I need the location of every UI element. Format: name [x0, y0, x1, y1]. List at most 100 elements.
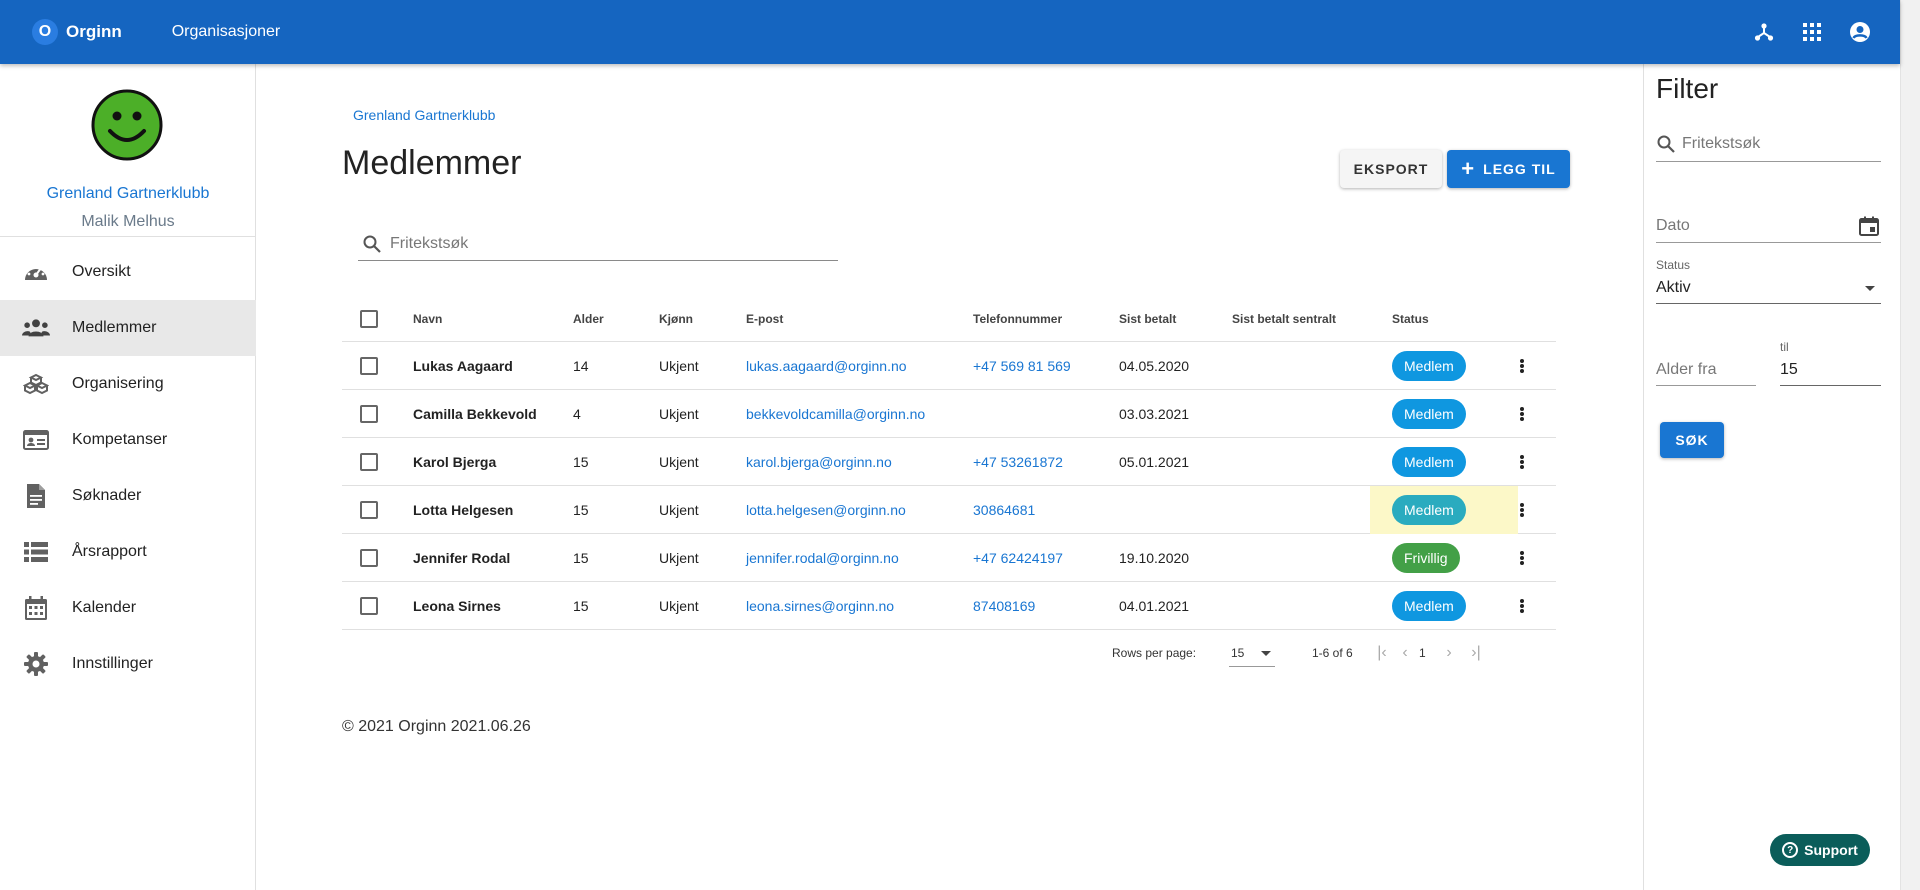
support-button[interactable]: ? Support: [1770, 834, 1870, 866]
brand[interactable]: O Orginn: [32, 19, 122, 45]
sidebar-org-name[interactable]: Grenland Gartnerklubb: [0, 185, 256, 203]
member-search-input[interactable]: Fritekstsøk: [358, 227, 838, 261]
member-name[interactable]: Karol Bjerga: [413, 438, 496, 485]
member-name[interactable]: Leona Sirnes: [413, 582, 501, 629]
rows-per-page-value: 15: [1231, 645, 1245, 660]
table-row[interactable]: Karol Bjerga 15 Ukjent karol.bjerga@orgi…: [342, 438, 1556, 486]
more-vert-icon[interactable]: [1520, 454, 1524, 469]
member-phone-link[interactable]: 87408169: [973, 582, 1035, 629]
previous-page-icon[interactable]: ‹: [1395, 643, 1415, 663]
row-checkbox[interactable]: [360, 404, 378, 423]
member-age: 15: [573, 453, 589, 470]
sidebar: Grenland Gartnerklubb Malik Melhus Overs…: [0, 64, 256, 890]
people-icon: [22, 314, 50, 342]
account-circle-icon[interactable]: [1848, 20, 1872, 44]
filter-date-input[interactable]: Dato: [1656, 209, 1881, 243]
member-name[interactable]: Lukas Aagaard: [413, 342, 513, 389]
member-email-link[interactable]: karol.bjerga@orginn.no: [746, 438, 892, 485]
member-name[interactable]: Jennifer Rodal: [413, 534, 510, 581]
member-email-link[interactable]: lotta.helgesen@orginn.no: [746, 486, 906, 533]
member-email-link[interactable]: jennifer.rodal@orginn.no: [746, 534, 899, 581]
chevron-down-icon: [1261, 651, 1271, 656]
member-gender: Ukjent: [659, 549, 699, 566]
member-gender: Ukjent: [659, 501, 699, 518]
apps-grid-icon[interactable]: [1800, 20, 1824, 44]
row-checkbox[interactable]: [360, 356, 378, 375]
select-all-checkbox[interactable]: [360, 309, 378, 328]
list-icon: [22, 538, 50, 566]
filter-age-from-input[interactable]: Alder fra: [1656, 354, 1756, 386]
column-header-last-paid-central[interactable]: Sist betalt sentralt: [1232, 296, 1336, 341]
column-header-last-paid[interactable]: Sist betalt: [1119, 296, 1176, 341]
sidebar-item-label: Innstillinger: [72, 655, 153, 672]
status-badge[interactable]: Medlem: [1392, 398, 1466, 429]
filter-status-select[interactable]: Aktiv: [1656, 272, 1881, 304]
status-badge[interactable]: Medlem: [1392, 494, 1466, 525]
gear-icon: [22, 650, 50, 678]
rows-per-page-select[interactable]: 15: [1229, 639, 1275, 667]
member-name[interactable]: Lotta Helgesen: [413, 486, 513, 533]
breadcrumb[interactable]: Grenland Gartnerklubb: [353, 107, 495, 123]
sidebar-item-soknader[interactable]: Søknader: [0, 468, 256, 524]
chevron-down-icon: [1865, 286, 1875, 291]
more-vert-icon[interactable]: [1520, 502, 1524, 517]
column-header-email[interactable]: E-post: [746, 296, 783, 341]
member-email-link[interactable]: bekkevoldcamilla@orginn.no: [746, 390, 925, 437]
calendar-icon[interactable]: [1859, 216, 1879, 236]
sidebar-item-oversikt[interactable]: Oversikt: [0, 244, 256, 300]
pagination-range: 1-6 of 6: [1312, 646, 1353, 660]
member-email-link[interactable]: lukas.aagaard@orginn.no: [746, 342, 907, 389]
brand-name: Orginn: [66, 22, 122, 41]
more-vert-icon[interactable]: [1520, 598, 1524, 613]
filter-age-to-input[interactable]: 15: [1780, 354, 1881, 386]
status-badge[interactable]: Frivillig: [1392, 542, 1460, 573]
sidebar-item-kompetanser[interactable]: Kompetanser: [0, 412, 256, 468]
filter-search-input[interactable]: Fritekstsøk: [1656, 126, 1881, 162]
sidebar-item-medlemmer[interactable]: Medlemmer: [0, 300, 256, 356]
column-header-age[interactable]: Alder: [573, 296, 604, 341]
status-badge[interactable]: Medlem: [1392, 590, 1466, 621]
more-vert-icon[interactable]: [1520, 550, 1524, 565]
table-row[interactable]: Lotta Helgesen 15 Ukjent lotta.helgesen@…: [342, 486, 1556, 534]
table-row[interactable]: Leona Sirnes 15 Ukjent leona.sirnes@orgi…: [342, 582, 1556, 630]
row-checkbox[interactable]: [360, 452, 378, 471]
table-row[interactable]: Lukas Aagaard 14 Ukjent lukas.aagaard@or…: [342, 342, 1556, 390]
sidebar-item-innstillinger[interactable]: Innstillinger: [0, 636, 256, 692]
status-badge[interactable]: Medlem: [1392, 446, 1466, 477]
sidebar-divider: [0, 236, 256, 237]
first-page-icon[interactable]: |‹: [1372, 643, 1392, 663]
last-page-icon[interactable]: ›|: [1466, 643, 1486, 663]
row-checkbox[interactable]: [360, 500, 378, 519]
status-badge[interactable]: Medlem: [1392, 350, 1466, 381]
member-age: 4: [573, 405, 581, 422]
member-age: 15: [573, 597, 589, 614]
member-phone-link[interactable]: +47 53261872: [973, 438, 1063, 485]
sidebar-item-kalender[interactable]: Kalender: [0, 580, 256, 636]
row-checkbox[interactable]: [360, 596, 378, 615]
page-scrollbar[interactable]: [1900, 0, 1920, 890]
sidebar-item-label: Kompetanser: [72, 431, 168, 448]
export-button[interactable]: EKSPORT: [1340, 150, 1442, 188]
column-header-phone[interactable]: Telefonnummer: [973, 296, 1062, 341]
sidebar-item-arsrapport[interactable]: Årsrapport: [0, 524, 256, 580]
column-header-name[interactable]: Navn: [413, 296, 442, 341]
next-page-icon[interactable]: ›: [1439, 643, 1459, 663]
sidebar-item-organisering[interactable]: Organisering: [0, 356, 256, 412]
add-member-button[interactable]: + LEGG TIL: [1447, 150, 1570, 188]
filter-search-button[interactable]: SØK: [1660, 422, 1724, 458]
row-checkbox[interactable]: [360, 548, 378, 567]
more-vert-icon[interactable]: [1520, 406, 1524, 421]
table-row[interactable]: Jennifer Rodal 15 Ukjent jennifer.rodal@…: [342, 534, 1556, 582]
member-phone-link[interactable]: +47 569 81 569: [973, 342, 1071, 389]
more-vert-icon[interactable]: [1520, 358, 1524, 373]
column-header-gender[interactable]: Kjønn: [659, 296, 693, 341]
member-email-link[interactable]: leona.sirnes@orginn.no: [746, 582, 894, 629]
member-phone-link[interactable]: 30864681: [973, 486, 1035, 533]
nav-organisations-link[interactable]: Organisasjoner: [172, 23, 281, 41]
column-header-status[interactable]: Status: [1392, 296, 1429, 341]
table-row[interactable]: Camilla Bekkevold 4 Ukjent bekkevoldcami…: [342, 390, 1556, 438]
top-app-bar: O Orginn Organisasjoner: [0, 0, 1900, 64]
network-icon[interactable]: [1752, 20, 1776, 44]
member-phone-link[interactable]: +47 62424197: [973, 534, 1063, 581]
member-name[interactable]: Camilla Bekkevold: [413, 390, 537, 437]
